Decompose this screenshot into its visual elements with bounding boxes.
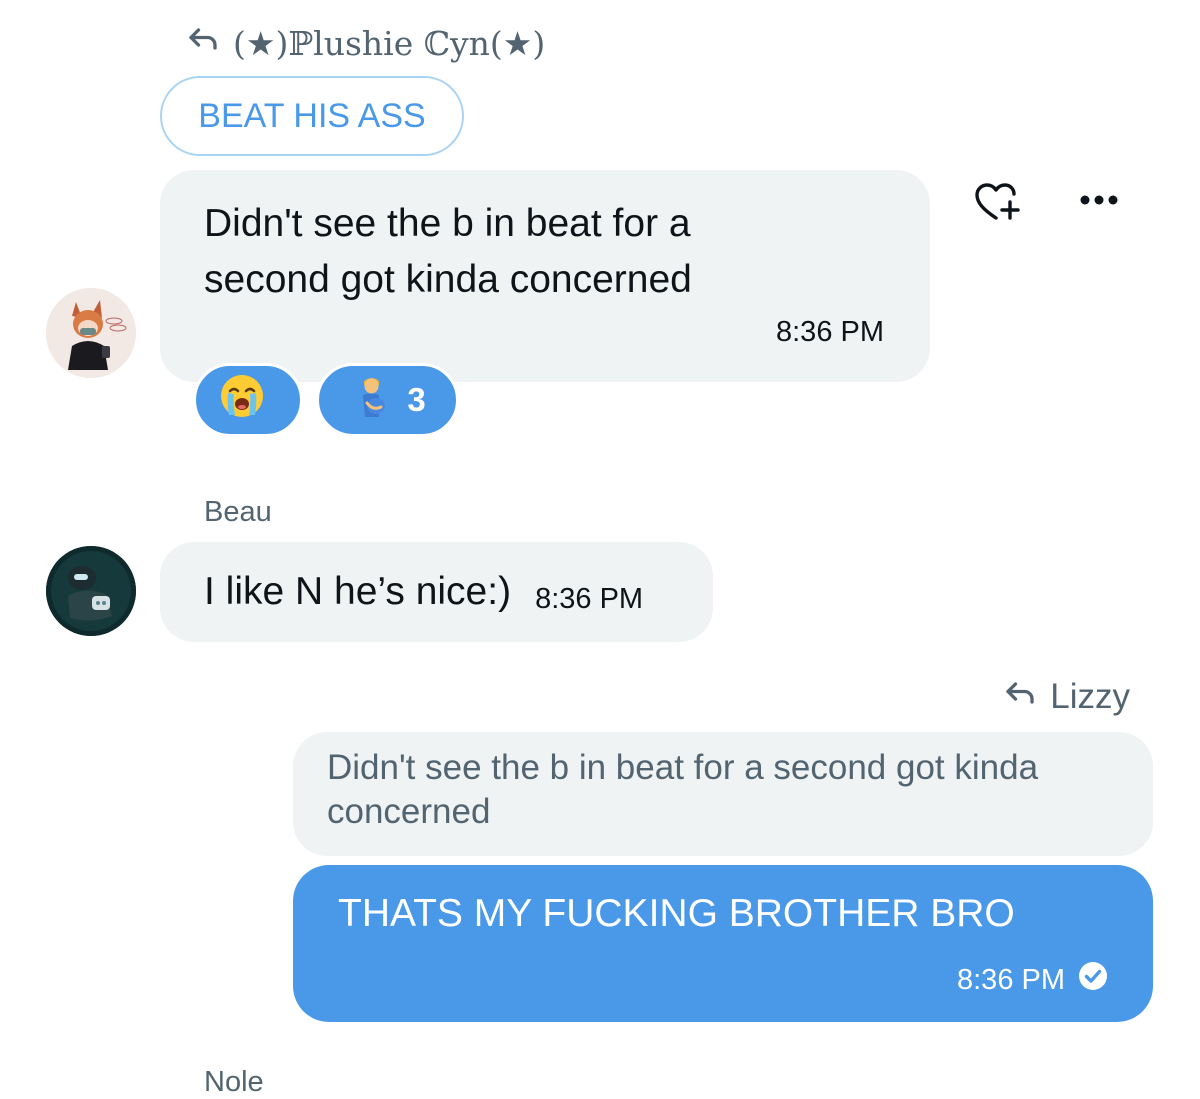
message-timestamp: 8:36 PM bbox=[957, 963, 1065, 996]
message-bubble[interactable]: Didn't see the b in beat for a second go… bbox=[160, 170, 930, 382]
reply-to-name: (★)ℙlushie ℂyn(★) bbox=[233, 23, 546, 63]
reply-indicator: Lizzy bbox=[1002, 674, 1130, 720]
read-check-icon bbox=[1077, 960, 1109, 1000]
reaction-chip[interactable]: 3 bbox=[316, 363, 459, 437]
quoted-message-pill[interactable]: BEAT HIS ASS bbox=[160, 76, 464, 156]
reply-header: (★)ℙlushie ℂyn(★) bbox=[185, 20, 545, 66]
message-timestamp: 8:36 PM bbox=[535, 582, 644, 615]
avatar[interactable] bbox=[46, 288, 136, 378]
quoted-message[interactable]: Didn't see the b in beat for a second go… bbox=[293, 732, 1153, 856]
reaction-chip[interactable] bbox=[193, 363, 303, 437]
reply-arrow-icon bbox=[185, 21, 221, 65]
pregnant-man-icon bbox=[349, 373, 395, 427]
message-text: Didn't see the b in beat for a second go… bbox=[204, 202, 692, 301]
message-meta: 8:36 PM bbox=[957, 960, 1109, 1000]
quoted-message-text: Didn't see the b in beat for a second go… bbox=[327, 748, 1039, 831]
heart-plus-icon[interactable] bbox=[972, 180, 1024, 224]
reaction-count: 3 bbox=[407, 381, 426, 418]
reply-to-name: Lizzy bbox=[1050, 677, 1130, 716]
message-bubble[interactable]: I like N he’s nice:) 8:36 PM bbox=[160, 542, 713, 642]
loudly-crying-face-icon bbox=[219, 373, 265, 427]
message-text: THATS MY FUCKING BROTHER BRO bbox=[338, 892, 1015, 935]
message-timestamp: 8:36 PM bbox=[776, 316, 884, 348]
own-message-bubble[interactable]: THATS MY FUCKING BROTHER BRO 8:36 PM bbox=[293, 865, 1153, 1022]
sender-name-partial: Nole bbox=[204, 1066, 264, 1099]
reply-arrow-icon bbox=[1002, 675, 1038, 720]
quoted-message-text: BEAT HIS ASS bbox=[198, 96, 426, 135]
avatar[interactable] bbox=[46, 546, 136, 636]
more-dots-icon[interactable] bbox=[1072, 180, 1126, 220]
sender-name: Beau bbox=[204, 496, 272, 528]
message-text: I like N he’s nice:) bbox=[204, 570, 512, 613]
sender-name: Nole bbox=[204, 1066, 264, 1098]
